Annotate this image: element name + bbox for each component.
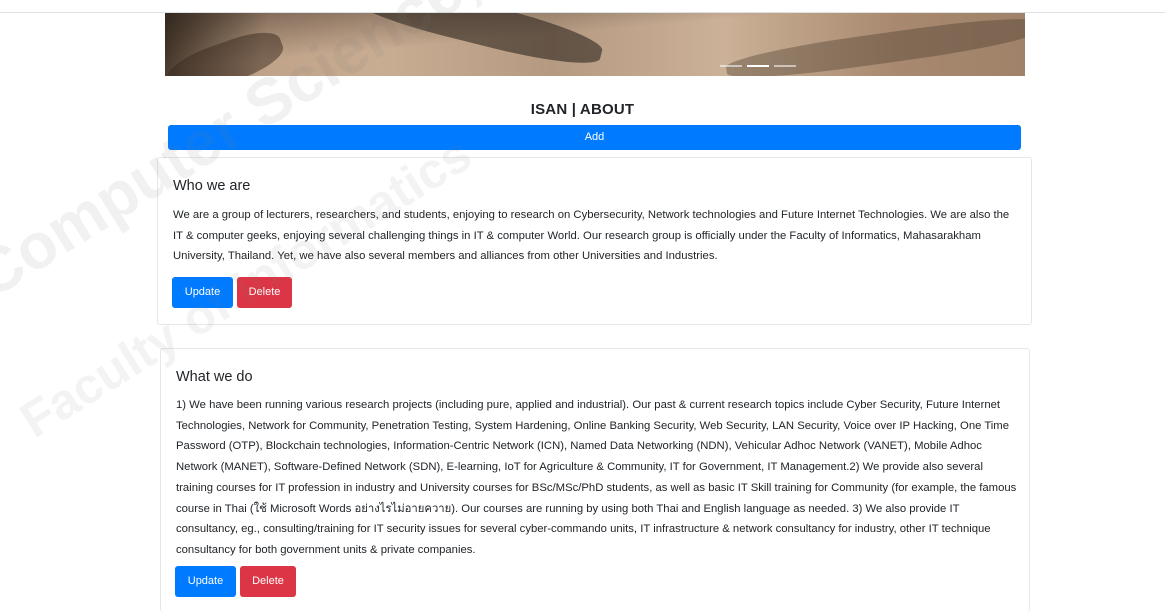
carousel-indicators — [720, 65, 796, 67]
hero-image-shade — [165, 23, 289, 76]
card-body-text: We are a group of lecturers, researchers… — [173, 209, 1010, 263]
hero-image-shade — [344, 13, 606, 74]
update-button[interactable]: Update — [172, 277, 233, 308]
delete-button[interactable]: Delete — [237, 277, 292, 308]
card-heading: What we do — [176, 369, 253, 385]
carousel-indicator-2[interactable] — [747, 65, 769, 67]
hero-carousel[interactable] — [165, 13, 1025, 76]
update-button[interactable]: Update — [175, 566, 236, 597]
carousel-indicator-3[interactable] — [774, 65, 796, 67]
add-button[interactable]: Add — [168, 125, 1021, 150]
card-body-text: 1) We have been running various research… — [176, 399, 1017, 556]
about-card-what-we-do: What we do 1) We have been running vario… — [160, 348, 1030, 612]
card-heading: Who we are — [173, 178, 251, 194]
delete-button[interactable]: Delete — [240, 566, 296, 597]
about-card-who-we-are: Who we are We are a group of lecturers, … — [157, 157, 1032, 325]
page-title: ISAN | ABOUT — [530, 101, 635, 118]
carousel-indicator-1[interactable] — [720, 65, 742, 67]
